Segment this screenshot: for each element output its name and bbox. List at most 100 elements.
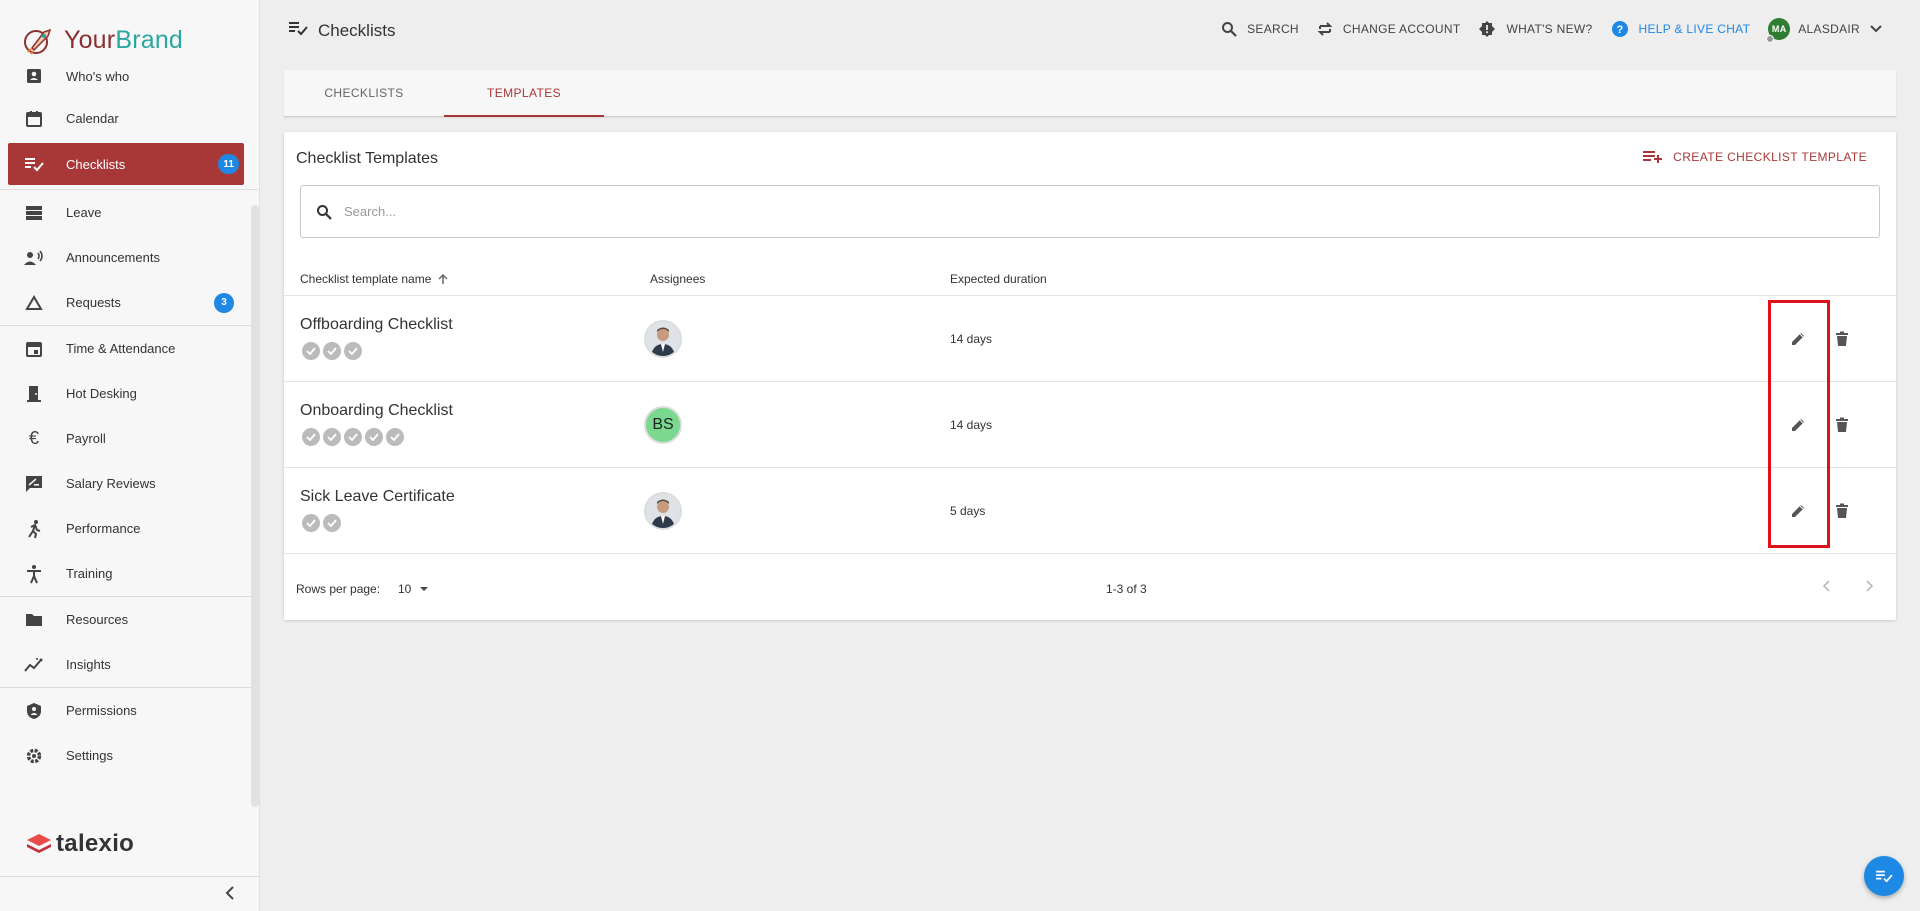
tab-templates[interactable]: TEMPLATES: [444, 70, 604, 117]
assignee-avatar[interactable]: [644, 492, 682, 530]
edit-button[interactable]: [1786, 413, 1810, 437]
check-circle-icon: [323, 428, 341, 446]
talexio-wordmark: talexio: [56, 830, 135, 857]
assignee-avatar[interactable]: [644, 320, 682, 358]
help-live-chat-label: HELP & LIVE CHAT: [1638, 22, 1751, 36]
sidebar-item-calendar[interactable]: Calendar: [0, 96, 252, 141]
table-row[interactable]: Sick Leave Certificate 5 days: [284, 468, 1896, 554]
search-field[interactable]: [300, 185, 1880, 238]
change-account-label: CHANGE ACCOUNT: [1342, 22, 1461, 36]
arrow-up-sort-icon: [437, 273, 449, 285]
sidebar-scrollbar[interactable]: [251, 205, 259, 807]
edit-button[interactable]: [1786, 327, 1810, 351]
delete-button[interactable]: [1830, 327, 1854, 351]
contact-card-icon: [24, 66, 44, 86]
table-row[interactable]: Offboarding Checklist 14 days: [284, 296, 1896, 382]
create-checklist-template-button[interactable]: CREATE CHECKLIST TEMPLATE: [1643, 150, 1867, 164]
requests-count-badge: 3: [214, 292, 234, 313]
expected-duration: 14 days: [950, 418, 993, 432]
leave-icon: [24, 203, 44, 223]
sidebar-item-settings[interactable]: Settings: [0, 733, 252, 778]
table-row[interactable]: Onboarding Checklist BS 14 days: [284, 382, 1896, 468]
collapse-sidebar-chevron-icon[interactable]: [225, 886, 235, 905]
chevron-down-icon: [1870, 25, 1882, 33]
search-icon: [316, 204, 332, 220]
template-name: Sick Leave Certificate: [300, 488, 455, 505]
check-circle-icon: [365, 428, 383, 446]
expected-duration: 14 days: [950, 332, 993, 346]
svg-text:?: ?: [1616, 24, 1623, 36]
sidebar-item-label: Performance: [66, 521, 141, 536]
swap-icon: [1317, 21, 1333, 37]
talexio-layers-icon: [27, 834, 51, 853]
checklist-steps: [302, 514, 344, 532]
header-actions: SEARCH CHANGE ACCOUNT WHAT'S NEW? ? HELP…: [1203, 18, 1882, 43]
template-name: Onboarding Checklist: [300, 402, 453, 419]
search-input[interactable]: [344, 204, 1744, 219]
rows-per-page-label: Rows per page:: [296, 582, 381, 596]
check-circle-icon: [386, 428, 404, 446]
sidebar-item-label: Calendar: [66, 111, 119, 126]
checklist-icon: [24, 154, 44, 174]
delete-button[interactable]: [1830, 499, 1854, 523]
edit-button[interactable]: [1786, 499, 1810, 523]
rows-per-page-select[interactable]: 10: [398, 582, 429, 596]
trash-icon: [1836, 417, 1848, 432]
user-menu[interactable]: MA ALASDAIR: [1766, 18, 1882, 43]
checklist-icon: [288, 20, 308, 41]
check-circle-icon: [302, 428, 320, 446]
sidebar-item-label: Permissions: [66, 703, 137, 718]
table-header: Checklist template name Assignees Expect…: [284, 262, 1896, 296]
sidebar-item-hot-desking[interactable]: Hot Desking: [0, 371, 252, 416]
sidebar-item-training[interactable]: Training: [0, 551, 252, 596]
page-title: Checklists: [288, 20, 395, 41]
search-button[interactable]: SEARCH: [1221, 21, 1299, 37]
previous-page-chevron-icon[interactable]: [1822, 580, 1830, 592]
sidebar-item-announcements[interactable]: Announcements: [0, 235, 252, 280]
sidebar-item-time-attendance[interactable]: Time & Attendance: [0, 326, 252, 371]
sidebar-item-salary-reviews[interactable]: Salary Reviews: [0, 461, 252, 506]
user-avatar: MA: [1766, 18, 1791, 43]
sidebar-item-label: Hot Desking: [66, 386, 137, 401]
running-icon: [24, 519, 44, 539]
sidebar-item-payroll[interactable]: € Payroll: [0, 416, 252, 461]
sidebar-item-label: Training: [66, 566, 113, 581]
sidebar-item-whos-who[interactable]: Who's who: [0, 56, 252, 96]
sidebar-item-insights[interactable]: Insights: [0, 642, 252, 687]
tab-checklists[interactable]: CHECKLISTS: [284, 70, 444, 116]
floating-checklist-button[interactable]: [1864, 856, 1904, 896]
caret-down-icon: [419, 586, 429, 592]
sidebar-item-label: Requests: [66, 295, 121, 310]
insights-icon: [24, 655, 44, 675]
change-account-button[interactable]: CHANGE ACCOUNT: [1317, 21, 1461, 37]
calendar-icon: [24, 109, 44, 129]
whats-new-button[interactable]: WHAT'S NEW?: [1478, 20, 1592, 38]
sidebar-item-leave[interactable]: Leave: [0, 190, 252, 235]
search-label: SEARCH: [1247, 22, 1299, 36]
brand-logo[interactable]: YourBrand: [22, 22, 183, 58]
sidebar-item-label: Settings: [66, 748, 113, 763]
column-header-duration: Expected duration: [950, 272, 1047, 286]
trash-icon: [1836, 503, 1848, 518]
next-page-chevron-icon[interactable]: [1866, 580, 1874, 592]
sidebar-item-label: Leave: [66, 205, 102, 220]
create-label: CREATE CHECKLIST TEMPLATE: [1673, 150, 1867, 164]
sidebar-item-resources[interactable]: Resources: [0, 597, 252, 642]
card-title: Checklist Templates: [296, 150, 438, 167]
trash-icon: [1836, 331, 1848, 346]
delete-button[interactable]: [1830, 413, 1854, 437]
sidebar-item-label: Payroll: [66, 431, 106, 446]
sidebar-item-permissions[interactable]: Permissions: [0, 688, 252, 733]
checklists-count-badge: 11: [218, 154, 239, 174]
gear-icon: [24, 746, 44, 766]
help-live-chat-button[interactable]: ? HELP & LIVE CHAT: [1611, 20, 1751, 38]
sidebar-item-requests[interactable]: Requests 3: [0, 280, 252, 325]
sidebar-item-label: Announcements: [66, 250, 160, 265]
column-header-name[interactable]: Checklist template name: [300, 272, 449, 286]
checklist-templates-card: Checklist Templates CREATE CHECKLIST TEM…: [284, 132, 1896, 620]
pencil-icon: [1792, 419, 1804, 431]
assignee-avatar[interactable]: BS: [644, 406, 682, 444]
sidebar-item-checklists[interactable]: Checklists 11: [8, 143, 244, 185]
check-circle-icon: [344, 428, 362, 446]
sidebar-item-performance[interactable]: Performance: [0, 506, 252, 551]
